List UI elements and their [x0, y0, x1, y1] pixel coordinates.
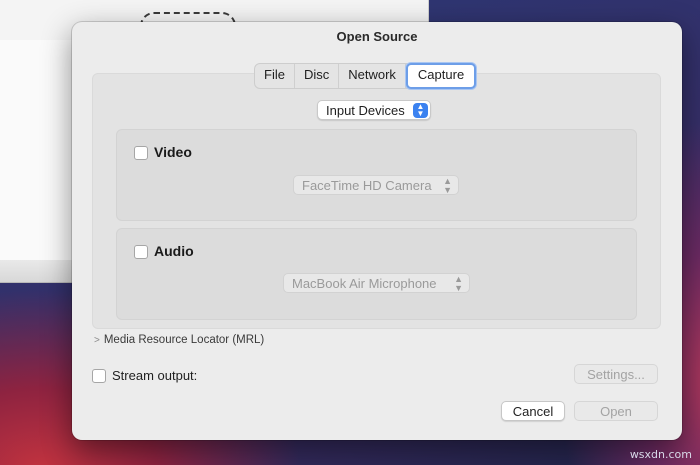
- audio-checkbox[interactable]: [134, 245, 148, 259]
- cancel-button[interactable]: Cancel: [501, 401, 565, 421]
- audio-device-select[interactable]: MacBook Air Microphone ▲ ▼: [283, 273, 470, 293]
- capture-mode-select[interactable]: Input Devices ▲ ▼: [317, 100, 431, 120]
- settings-button[interactable]: Settings...: [574, 364, 658, 384]
- watermark: wsxdn.com: [629, 448, 692, 461]
- open-button[interactable]: Open: [574, 401, 658, 421]
- video-device-value: FaceTime HD Camera: [302, 178, 432, 193]
- select-arrows-icon: ▲ ▼: [454, 274, 463, 293]
- chevron-right-icon: >: [94, 335, 100, 346]
- video-group: Video FaceTime HD Camera ▲ ▼: [116, 129, 637, 221]
- audio-group: Audio MacBook Air Microphone ▲ ▼: [116, 228, 637, 320]
- audio-label: Audio: [154, 243, 194, 259]
- tab-network[interactable]: Network: [339, 64, 406, 88]
- video-checkbox[interactable]: [134, 146, 148, 160]
- mrl-disclosure[interactable]: > Media Resource Locator (MRL): [94, 334, 264, 346]
- stream-output-checkbox[interactable]: [92, 369, 106, 383]
- audio-device-value: MacBook Air Microphone: [292, 276, 437, 291]
- tab-capture[interactable]: Capture: [405, 63, 477, 89]
- background-panel: [0, 40, 73, 260]
- capture-mode-value: Input Devices: [326, 103, 405, 118]
- select-arrows-icon: ▲ ▼: [443, 176, 452, 195]
- mrl-label: Media Resource Locator (MRL): [103, 334, 265, 346]
- open-source-dialog: Open Source File Disc Network Capture In…: [72, 22, 682, 440]
- video-label: Video: [154, 144, 192, 160]
- tab-disc[interactable]: Disc: [295, 64, 340, 88]
- tab-bar: File Disc Network Capture: [254, 63, 477, 89]
- stepper-arrows-icon: ▲ ▼: [413, 103, 428, 118]
- dialog-title: Open Source: [336, 29, 418, 44]
- video-device-select[interactable]: FaceTime HD Camera ▲ ▼: [293, 175, 459, 195]
- stream-output-label: Stream output:: [112, 368, 198, 383]
- tab-file[interactable]: File: [255, 64, 295, 88]
